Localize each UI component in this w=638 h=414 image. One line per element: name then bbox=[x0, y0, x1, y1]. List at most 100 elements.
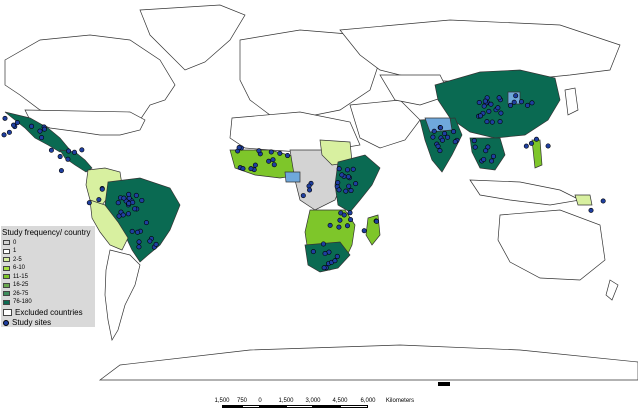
study-site-dot bbox=[300, 193, 306, 199]
legend-class-label: 11-15 bbox=[13, 273, 28, 280]
study-site-dot bbox=[350, 166, 356, 172]
world-map bbox=[1, 4, 638, 386]
study-site-dot bbox=[153, 241, 159, 247]
study-site-dot bbox=[344, 167, 350, 173]
study-site-dot bbox=[332, 258, 338, 264]
legend-swatch bbox=[3, 282, 10, 288]
australia bbox=[497, 209, 606, 281]
study-site-dot bbox=[471, 138, 477, 144]
scale-tick-label: 6,000 bbox=[360, 398, 376, 404]
study-site-dot bbox=[136, 244, 142, 250]
study-site-dot bbox=[14, 120, 20, 126]
scale-segment bbox=[286, 405, 313, 408]
legend-class-label: 76-180 bbox=[13, 299, 32, 305]
study-site-dot bbox=[65, 156, 71, 162]
legend-excluded: Excluded countries bbox=[3, 308, 83, 317]
legend-excluded-label: Excluded countries bbox=[15, 308, 83, 317]
legend-class-label: 6-10 bbox=[13, 265, 26, 271]
study-site-dot bbox=[528, 140, 534, 146]
study-site-dot bbox=[451, 129, 457, 135]
study-site-dot bbox=[345, 174, 351, 180]
study-site-dot bbox=[348, 217, 354, 223]
study-site-dot bbox=[66, 148, 72, 154]
study-site-dot bbox=[481, 156, 487, 162]
study-site-dot bbox=[437, 148, 443, 154]
study-site-dot bbox=[445, 134, 451, 140]
study-site-dot bbox=[321, 265, 327, 271]
study-site-dot bbox=[126, 200, 132, 206]
study-site-dot bbox=[339, 172, 345, 178]
study-site-dot bbox=[374, 218, 380, 224]
study-site-dot bbox=[438, 125, 444, 131]
blue-region-1 bbox=[424, 117, 453, 133]
study-site-dot bbox=[518, 99, 524, 105]
study-site-dot bbox=[431, 128, 437, 134]
study-site-dot bbox=[337, 217, 343, 223]
legend-swatch bbox=[3, 265, 10, 271]
study-site-dot bbox=[126, 191, 132, 197]
study-site-dot bbox=[490, 153, 496, 159]
study-site-dot bbox=[116, 213, 122, 219]
study-site-dot bbox=[511, 99, 517, 105]
study-site-dot bbox=[248, 166, 254, 172]
study-site-dot bbox=[58, 168, 64, 174]
legend-class-label: 0 bbox=[13, 239, 17, 246]
scale-segment bbox=[340, 405, 368, 408]
legend-swatch bbox=[3, 299, 10, 305]
study-site-dot bbox=[310, 249, 316, 255]
study-site-dot bbox=[307, 187, 313, 193]
legend-swatch bbox=[3, 274, 10, 279]
southern-cone bbox=[104, 249, 141, 341]
scale-tick-label: 1,500 bbox=[278, 398, 294, 404]
study-site-dot bbox=[482, 98, 488, 104]
study-site-dot bbox=[348, 188, 354, 194]
study-site-dot bbox=[322, 251, 328, 257]
scale-tick-label: 1,500 bbox=[214, 398, 230, 404]
study-site-dot bbox=[476, 99, 482, 105]
legend-class-label: 2-5 bbox=[13, 256, 22, 263]
map-marker bbox=[438, 382, 450, 386]
legend-class-row: 11-15 bbox=[3, 273, 28, 280]
study-site-dot bbox=[285, 153, 291, 159]
study-site-dot bbox=[529, 100, 535, 106]
scale-tick-label: 750 bbox=[236, 398, 248, 404]
legend-swatch bbox=[3, 240, 10, 245]
study-site-dot bbox=[452, 139, 458, 145]
study-site-dot bbox=[361, 228, 367, 234]
legend-class-label: 26-75 bbox=[13, 290, 29, 297]
study-site-dot bbox=[57, 154, 63, 160]
study-site-dot bbox=[497, 119, 503, 125]
map-legend: Study frequency/ country 0 1 2-5 6-10 11-15 1… bbox=[1, 226, 95, 327]
study-site-dot bbox=[147, 238, 153, 244]
study-site-dot bbox=[41, 126, 47, 132]
scale-segment bbox=[313, 405, 340, 408]
study-site-dot bbox=[29, 123, 35, 129]
legend-class-row: 6-10 bbox=[3, 265, 25, 272]
study-site-dot bbox=[477, 113, 483, 119]
study-site-dot bbox=[96, 197, 102, 203]
legend-sites-label: Study sites bbox=[12, 318, 52, 327]
study-site-dot bbox=[343, 188, 349, 194]
study-site-dot bbox=[484, 119, 490, 125]
study-site-dot bbox=[125, 211, 131, 217]
japan bbox=[564, 87, 579, 116]
study-site-dot bbox=[353, 181, 359, 187]
study-site-dot bbox=[37, 128, 43, 134]
study-site-dot bbox=[236, 145, 242, 151]
scale-bar: 1,500 750 0 1,500 3,000 4,500 6,000 Kilometers bbox=[210, 398, 620, 412]
scale-segment bbox=[222, 405, 242, 408]
study-site-dot bbox=[496, 95, 502, 101]
legend-class-label: 16-25 bbox=[13, 282, 29, 288]
study-site-dot bbox=[481, 103, 487, 109]
excluded-swatch bbox=[3, 309, 12, 316]
study-site-dot bbox=[136, 239, 142, 245]
study-site-dot bbox=[2, 115, 8, 121]
blue-region-2 bbox=[284, 171, 301, 183]
study-site-dot bbox=[600, 198, 606, 204]
legend-sites: Study sites bbox=[3, 318, 51, 327]
study-site-dot bbox=[588, 207, 594, 213]
legend-class-row: 0 bbox=[3, 239, 16, 246]
legend-swatch bbox=[3, 257, 10, 262]
papua bbox=[574, 194, 593, 206]
study-site-dot bbox=[115, 200, 121, 206]
